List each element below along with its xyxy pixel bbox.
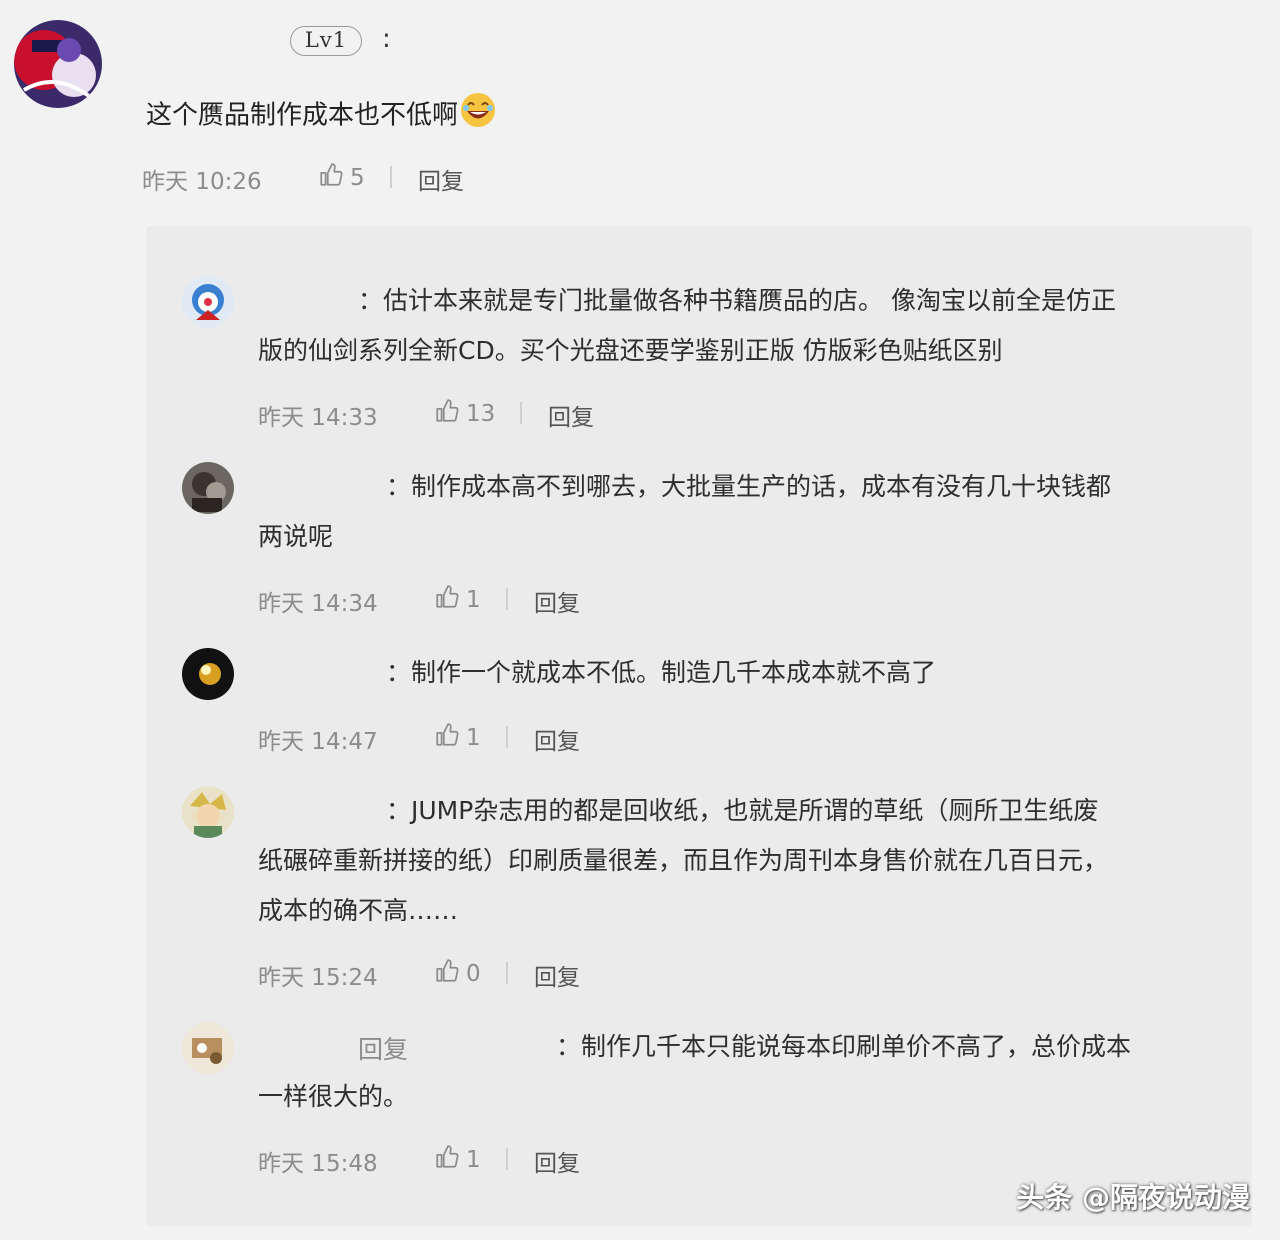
reply-text: ：估计本来就是专门批量做各种书籍赝品的店。 像淘宝以前全是仿正 版的仙剑系列全新…	[258, 276, 1218, 376]
reply-colon: ：	[386, 658, 412, 687]
reply-like-button[interactable]: 13	[434, 398, 495, 430]
thumbs-up-icon	[434, 584, 460, 616]
reply-button[interactable]: 回复	[534, 1144, 580, 1178]
reply-time: 昨天 14:33	[258, 405, 378, 431]
like-count: 1	[466, 725, 481, 751]
watermark: 头条 @隔夜说动漫	[1016, 1181, 1250, 1214]
level-badge: Lv1	[290, 26, 362, 56]
reply-text-line: 制作几千本只能说每本印刷单价不高了，总价成本	[581, 1032, 1132, 1061]
like-count: 5	[350, 165, 365, 191]
reply-text-line: 制作一个就成本不低。制造几千本成本就不高了	[411, 658, 937, 687]
reply-button[interactable]: 回复	[534, 722, 580, 756]
main-colon: :	[382, 24, 391, 54]
thumbs-up-icon	[434, 398, 460, 430]
reply-text: ：JUMP杂志用的都是回收纸，也就是所谓的草纸（厕所卫生纸废 纸碾碎重新拼接的纸…	[258, 786, 1218, 936]
reply-like-button[interactable]: 1	[434, 722, 481, 754]
reply-text: ：制作成本高不到哪去，大批量生产的话，成本有没有几十块钱都 两说呢	[258, 462, 1218, 562]
reply-text-line: 估计本来就是专门批量做各种书籍赝品的店。 像淘宝以前全是仿正	[383, 286, 1116, 315]
reply-button[interactable]: 回复	[534, 958, 580, 992]
reply-colon: ：	[556, 1032, 582, 1061]
reply-text-line: 一样很大的。	[258, 1082, 409, 1111]
reply-button[interactable]: 回复	[534, 584, 580, 618]
reply-text-line: 制作成本高不到哪去，大批量生产的话，成本有没有几十块钱都	[411, 472, 1112, 501]
reply-colon: ：	[358, 286, 384, 315]
thumbs-up-icon	[434, 722, 460, 754]
main-reply-button[interactable]: 回复	[418, 162, 464, 196]
reply-time: 昨天 14:34	[258, 591, 378, 617]
reply-text-line: 版的仙剑系列全新CD。买个光盘还要学鉴别正版 仿版彩色贴纸区别	[258, 336, 1003, 365]
reply-button[interactable]: 回复	[548, 398, 594, 432]
reply-colon: ：	[386, 796, 412, 825]
reply-avatar[interactable]	[182, 648, 234, 700]
like-count: 1	[466, 587, 481, 613]
reply-text-line: 成本的确不高……	[258, 896, 459, 925]
reply-avatar[interactable]	[182, 1022, 234, 1074]
divider	[506, 962, 508, 984]
main-like-button[interactable]: 5	[318, 162, 365, 194]
reply-like-button[interactable]: 1	[434, 584, 481, 616]
divider	[506, 588, 508, 610]
reply-like-button[interactable]: 0	[434, 958, 481, 990]
like-count: 13	[466, 401, 496, 427]
divider	[506, 1148, 508, 1170]
thumbs-up-icon	[318, 162, 344, 194]
divider	[506, 726, 508, 748]
reply-time: 昨天 15:48	[258, 1151, 378, 1177]
reply-colon: ：	[386, 472, 412, 501]
reply-text-line: 两说呢	[258, 522, 334, 551]
divider	[520, 402, 522, 424]
main-avatar[interactable]	[14, 20, 102, 108]
reply-time: 昨天 14:47	[258, 729, 378, 755]
divider	[390, 166, 392, 188]
reply-avatar[interactable]	[182, 462, 234, 514]
main-comment-text-row: 这个赝品制作成本也不低啊	[146, 92, 496, 140]
thumbs-up-icon	[434, 1144, 460, 1176]
main-comment-time: 昨天 10:26	[142, 169, 262, 195]
like-count: 0	[466, 961, 481, 987]
like-count: 1	[466, 1147, 481, 1173]
laughing-emoji-icon	[460, 92, 496, 140]
reply-like-button[interactable]: 1	[434, 1144, 481, 1176]
reply-text: ：制作一个就成本不低。制造几千本成本就不高了	[258, 648, 1218, 698]
thumbs-up-icon	[434, 958, 460, 990]
main-comment-text: 这个赝品制作成本也不低啊	[146, 100, 459, 131]
reply-text-line: 纸碾碎重新拼接的纸）印刷质量很差，而且作为周刊本身售价就在几百日元，	[258, 846, 1109, 875]
reply-avatar[interactable]	[182, 786, 234, 838]
reply-text-line: JUMP杂志用的都是回收纸，也就是所谓的草纸（厕所卫生纸废	[411, 796, 1099, 825]
reply-text: ：制作几千本只能说每本印刷单价不高了，总价成本 一样很大的。	[258, 1022, 1218, 1122]
reply-time: 昨天 15:24	[258, 965, 378, 991]
reply-avatar[interactable]	[182, 276, 234, 328]
